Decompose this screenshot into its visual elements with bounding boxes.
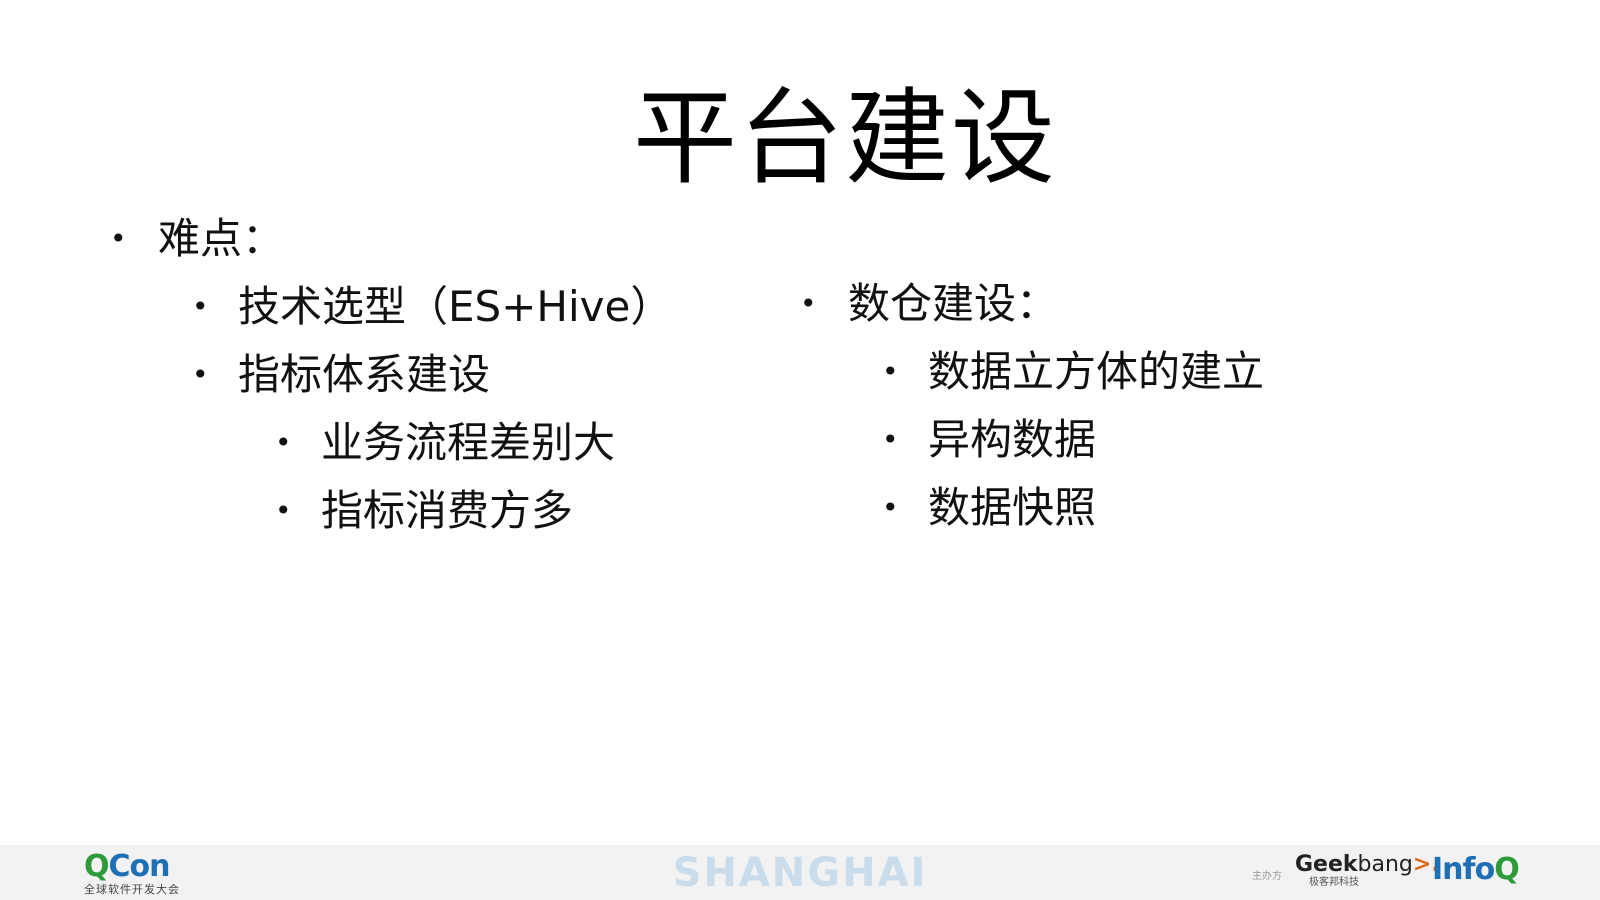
list-item-label: 数据立方体的建立	[928, 347, 1265, 396]
list-item-data-snapshot: • 数据快照	[882, 474, 1264, 542]
list-item-label: 难点：	[158, 214, 285, 263]
list-item-label: 业务流程差别大	[321, 418, 616, 467]
bullet-icon: •	[275, 494, 292, 527]
list-item-warehouse: • 数仓建设：	[800, 270, 1264, 338]
bullet-icon: •	[800, 287, 817, 320]
list-item-metric-consumers: • 指标消费方多	[275, 477, 672, 545]
list-item-heterogeneous-data: • 异构数据	[882, 406, 1264, 474]
bullet-icon: •	[882, 355, 899, 388]
bullet-icon: •	[882, 423, 899, 456]
list-item-label: 指标体系建设	[238, 350, 491, 399]
list-item-label: 数仓建设：	[848, 279, 1059, 328]
infoq-logo: InfoQ	[1432, 852, 1520, 887]
list-item-business-process: • 业务流程差别大	[275, 409, 672, 477]
list-item-label: 指标消费方多	[321, 486, 574, 535]
right-column: • 数仓建设： • 数据立方体的建立 • 异构数据 • 数据快照	[800, 270, 1264, 542]
list-item-data-cube: • 数据立方体的建立	[882, 338, 1264, 406]
bullet-icon: •	[192, 358, 209, 391]
geekbang-subtitle: 极客邦科技	[1309, 877, 1359, 888]
list-item-label: 技术选型（ES+Hive）	[238, 282, 673, 331]
geekbang-logo-geek: Geek	[1295, 852, 1358, 877]
bullet-icon: •	[882, 491, 899, 524]
slide-title: 平台建设	[632, 77, 1057, 199]
infoq-logo-info: Info	[1432, 852, 1495, 887]
footer-bar: QCon 全球软件开发大会 SHANGHAI 主办方 Geekbang>. 极客…	[0, 845, 1600, 900]
bullet-icon: •	[192, 290, 209, 323]
geekbang-logo-bang: bang	[1357, 852, 1413, 877]
left-column: • 难点： • 技术选型（ES+Hive） • 指标体系建设 • 业务流程差别大…	[110, 205, 672, 545]
geekbang-logo: Geekbang>. 极客邦科技	[1295, 853, 1440, 889]
list-item-difficulties: • 难点：	[110, 205, 672, 273]
host-label: 主办方	[1252, 871, 1282, 882]
list-item-label: 数据快照	[928, 483, 1097, 532]
bullet-icon: •	[275, 426, 292, 459]
bullet-icon: •	[110, 222, 127, 255]
list-item-tech-selection: • 技术选型（ES+Hive）	[192, 273, 672, 341]
list-item-label: 异构数据	[928, 415, 1097, 464]
infoq-logo-q: Q	[1494, 852, 1519, 887]
list-item-metric-system: • 指标体系建设	[192, 341, 672, 409]
